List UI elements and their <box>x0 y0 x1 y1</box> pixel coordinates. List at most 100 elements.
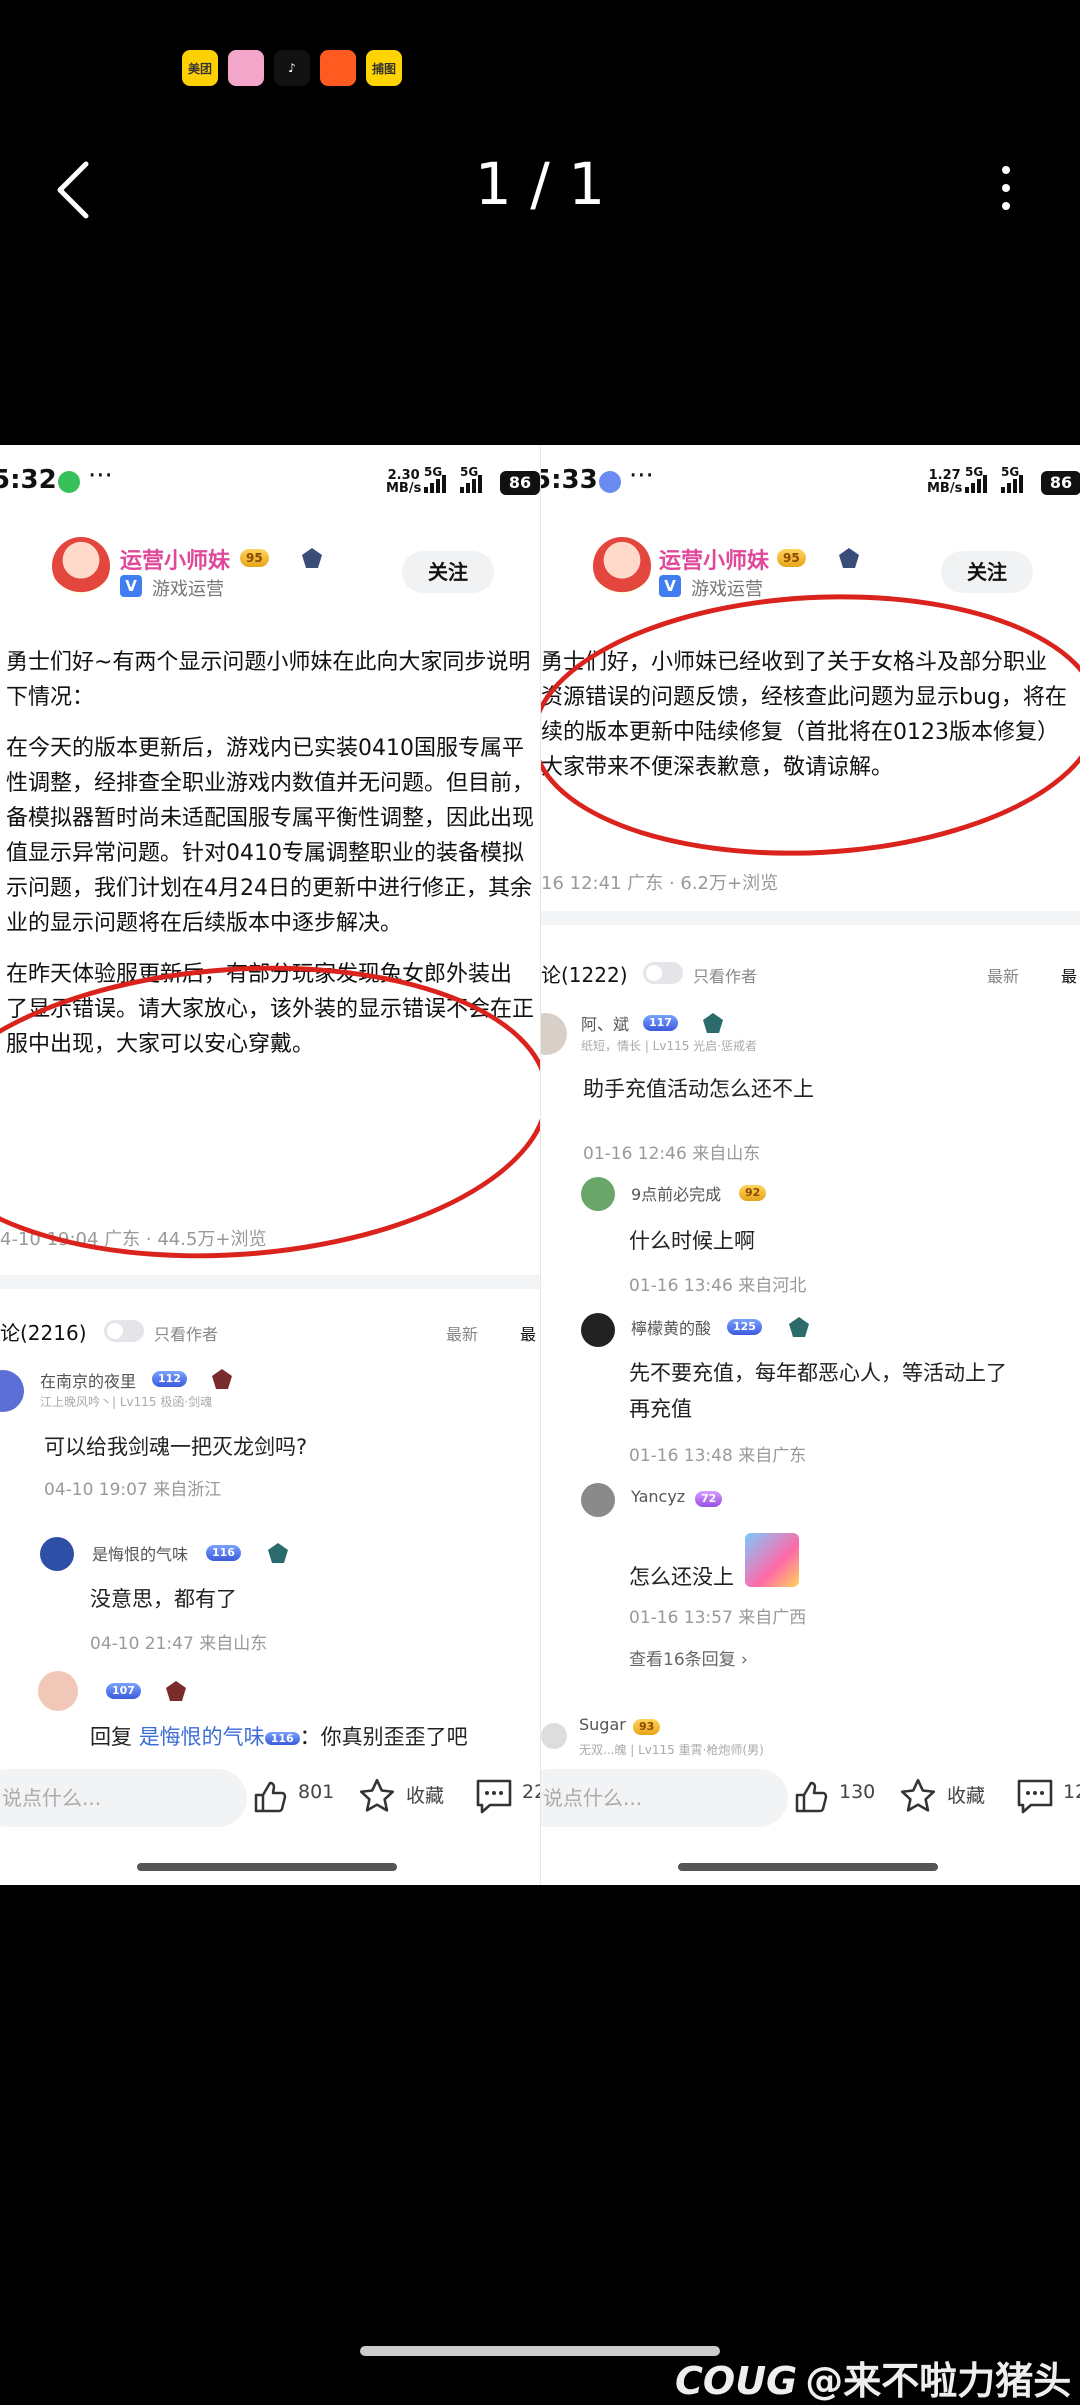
commenter-name[interactable]: Sugar <box>579 1715 626 1734</box>
commenter-avatar[interactable] <box>581 1313 615 1347</box>
meituan-app-icon: 美团 <box>182 50 218 86</box>
post-line: 业的显示问题将在后续版本中逐步解决。 <box>6 911 403 936</box>
commenter-avatar[interactable] <box>38 1671 78 1711</box>
commenter-subtitle: 纸短，情长 | Lv115 光启·惩戒者 <box>581 1039 757 1053</box>
only-author-label: 只看作者 <box>154 1325 219 1344</box>
network-speed: 1.27 MB/s <box>927 468 963 496</box>
home-indicator <box>678 1863 938 1871</box>
post-line: 值显示异常问题。针对0410专属调整职业的装备模拟 <box>6 841 524 866</box>
follow-button[interactable]: 关注 <box>402 551 494 593</box>
signal-bars-1-icon <box>965 471 987 493</box>
view-more-replies-link[interactable]: 查看16条回复 › <box>629 1645 748 1670</box>
like-icon[interactable] <box>252 1779 288 1815</box>
comment-text: 可以给我剑魂一把灭龙剑吗? <box>44 1435 308 1459</box>
rank-icon <box>789 1317 809 1337</box>
commenter-name[interactable]: 是悔恨的气味 <box>92 1541 188 1565</box>
follow-button[interactable]: 关注 <box>941 551 1033 593</box>
commenter-avatar[interactable] <box>581 1177 615 1211</box>
comment-meta: 01-16 12:46 来自山东 <box>583 1144 761 1164</box>
network-speed: 2.30 MB/s <box>386 468 422 496</box>
commenter-avatar[interactable] <box>541 1723 567 1749</box>
collect-label[interactable]: 收藏 <box>406 1781 444 1808</box>
reply-to-user[interactable]: 是悔恨的气味 <box>139 1725 265 1749</box>
douyin-app-icon: ♪ <box>274 50 310 86</box>
red-annotation-circle <box>541 580 1080 870</box>
image-counter: 1 / 1 <box>474 150 606 218</box>
comment-meta: 01-16 13:46 来自河北 <box>629 1276 807 1296</box>
commenter-avatar[interactable] <box>541 1013 567 1055</box>
commenter-subtitle: 江上晚风吟丶| Lv115 极函·剑魂 <box>40 1395 213 1409</box>
commenter-avatar[interactable] <box>0 1370 24 1412</box>
kuaishou-app-icon <box>320 50 356 86</box>
comment-input[interactable]: 说点什么... <box>541 1769 788 1827</box>
verified-badge-icon: V <box>659 575 681 597</box>
app-notification-icon <box>599 471 621 493</box>
rank-icon <box>268 1543 288 1563</box>
sort-newest[interactable]: 最新 <box>446 1321 478 1345</box>
comment-meta: 04-10 19:07 来自浙江 <box>44 1480 222 1500</box>
only-author-toggle[interactable] <box>643 962 683 984</box>
commenter-level-badge: 107 <box>106 1683 141 1699</box>
comment-meta: 01-16 13:48 来自广东 <box>629 1446 807 1466</box>
comment-icon[interactable] <box>1015 1777 1055 1815</box>
author-level-badge: 95 <box>777 549 806 567</box>
wechat-icon <box>58 471 80 493</box>
commenter-level-badge: 116 <box>206 1545 241 1561</box>
commenter-name[interactable]: 9点前必完成 <box>631 1181 721 1205</box>
sticker-image <box>745 1533 799 1587</box>
author-avatar[interactable] <box>593 537 651 595</box>
author-name[interactable]: 运营小师妹 <box>120 543 230 575</box>
collect-label[interactable]: 收藏 <box>947 1781 985 1808</box>
section-divider <box>0 1275 540 1289</box>
comment-input[interactable]: 说点什么... <box>0 1769 247 1827</box>
post-line: 下情况： <box>6 685 95 710</box>
comment-count: 12 <box>1063 1781 1080 1803</box>
comment-text-line2: 再充值 <box>629 1397 692 1421</box>
more-notifications-icon: ··· <box>629 461 654 491</box>
only-author-toggle[interactable] <box>104 1320 144 1342</box>
commenter-name[interactable]: 檸檬黄的酸 <box>631 1315 711 1339</box>
post-line: 示问题，我们计划在4月24日的更新中进行修正，其余 <box>6 876 532 901</box>
author-role: 游戏运营 <box>152 579 224 600</box>
battery-level: 86 <box>1041 471 1080 495</box>
commenter-level-badge: 72 <box>695 1491 723 1507</box>
rank-icon <box>302 548 322 568</box>
commenter-name[interactable]: 在南京的夜里 <box>40 1368 136 1392</box>
signal-bars-2-icon <box>1001 471 1023 493</box>
watermark-text: @来不啦力猪头 <box>805 2359 1072 2403</box>
commenter-avatar[interactable] <box>40 1537 74 1571</box>
post-line <box>6 941 534 957</box>
comment-text: 什么时候上啊 <box>629 1229 755 1253</box>
right-screenshot: 5:33 ··· 1.27 MB/s 5G 5G 86 运营小师妹 95 V 游… <box>541 445 1080 1885</box>
comments-count-title: 论(1222) <box>541 963 628 987</box>
system-home-indicator <box>360 2346 720 2356</box>
rank-icon <box>166 1681 186 1701</box>
rank-icon <box>839 548 859 568</box>
comment-count: 22 <box>522 1781 540 1803</box>
comment-text: 没意思，都有了 <box>90 1587 237 1611</box>
bottom-action-bar: 说点什么... 130 收藏 12 <box>541 1755 1080 1845</box>
collect-star-icon[interactable] <box>358 1777 396 1815</box>
author-name[interactable]: 运营小师妹 <box>659 543 769 575</box>
status-bar: 5:32 ··· 2.30 MB/s 5G 5G 86 <box>0 461 540 505</box>
post-line: 在今天的版本更新后，游戏内已实装0410国服专属平 <box>6 736 524 761</box>
hungry-app-icon: 捕图 <box>366 50 402 86</box>
comment-icon[interactable] <box>474 1777 514 1815</box>
author-avatar[interactable] <box>52 537 110 595</box>
post-meta: 16 12:41 广东 · 6.2万+浏览 <box>541 873 779 894</box>
sort-hottest[interactable]: 最 <box>520 1321 536 1345</box>
comment-text: 怎么还没上 <box>629 1565 734 1589</box>
watermark-logo: COUG <box>675 2359 798 2403</box>
more-options-icon[interactable] <box>996 160 1016 220</box>
collect-star-icon[interactable] <box>899 1777 937 1815</box>
sort-hottest[interactable]: 最 <box>1061 963 1077 987</box>
commenter-avatar[interactable] <box>581 1483 615 1517</box>
like-icon[interactable] <box>793 1779 829 1815</box>
more-notifications-icon: ··· <box>88 461 113 491</box>
sort-newest[interactable]: 最新 <box>987 963 1019 987</box>
left-screenshot: 5:32 ··· 2.30 MB/s 5G 5G 86 运营小师妹 95 V 游… <box>0 445 541 1885</box>
only-author-label: 只看作者 <box>693 967 758 986</box>
commenter-name[interactable]: 阿、斌 <box>581 1011 629 1035</box>
commenter-name[interactable]: Yancyz <box>631 1487 685 1506</box>
post-line: 备模拟器暂时尚未适配国服专属平衡性调整，因此出现 <box>6 806 535 831</box>
